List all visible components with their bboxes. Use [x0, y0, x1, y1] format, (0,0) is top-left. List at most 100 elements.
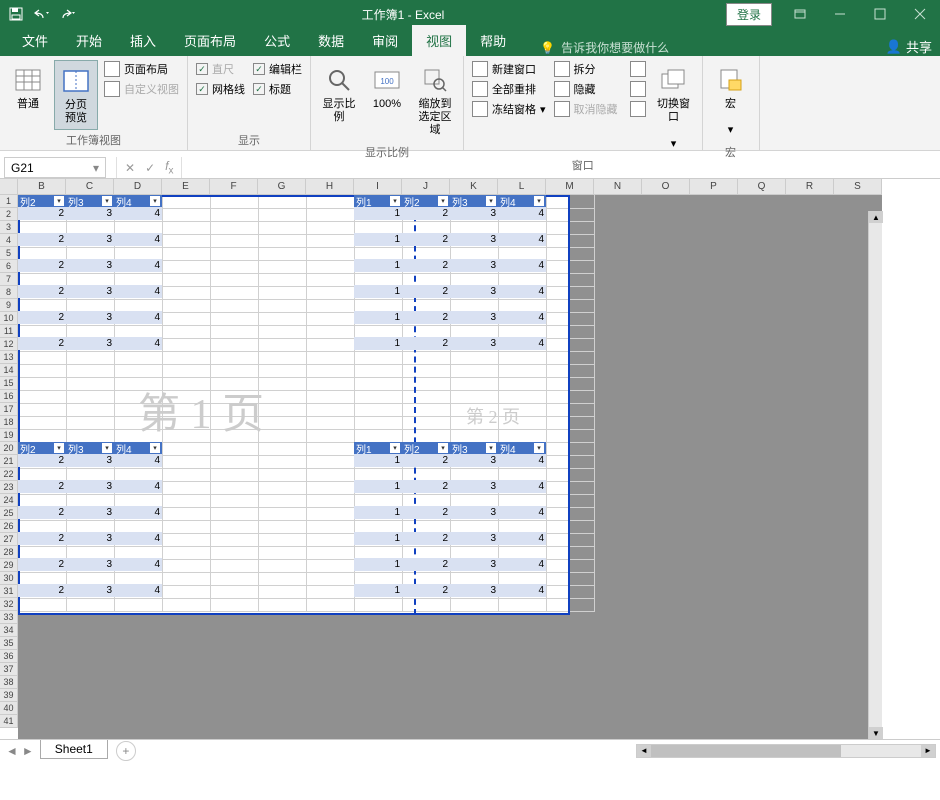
table-cell[interactable]: [66, 493, 114, 506]
tab-layout[interactable]: 页面布局: [170, 25, 250, 56]
table-cell[interactable]: [18, 220, 66, 233]
table-cell[interactable]: [114, 324, 162, 337]
tell-me-search[interactable]: 💡 告诉我你想要做什么: [520, 39, 669, 56]
table-cell[interactable]: 3: [66, 259, 114, 272]
custom-views-button[interactable]: 自定义视图: [102, 80, 181, 98]
page-break-preview-button[interactable]: 分页 预览: [54, 60, 98, 130]
table-cell[interactable]: [114, 220, 162, 233]
select-all-corner[interactable]: [0, 179, 18, 195]
sheet-nav-next[interactable]: ►: [22, 744, 34, 758]
table-cell[interactable]: [402, 545, 450, 558]
table-cell[interactable]: [450, 467, 498, 480]
table-cell[interactable]: 4: [498, 584, 546, 597]
minimize-button[interactable]: [820, 0, 860, 28]
table-header[interactable]: 列2▾: [18, 195, 66, 207]
table-cell[interactable]: 4: [114, 532, 162, 545]
formula-input[interactable]: [181, 157, 940, 178]
table-cell[interactable]: [114, 519, 162, 532]
column-header[interactable]: F: [210, 179, 258, 195]
redo-button[interactable]: [56, 2, 80, 26]
table-cell[interactable]: [18, 467, 66, 480]
table-cell[interactable]: 4: [498, 506, 546, 519]
table-cell[interactable]: 3: [450, 311, 498, 324]
sheet-nav-prev[interactable]: ◄: [6, 744, 18, 758]
zoom-100-button[interactable]: 100 100%: [365, 60, 409, 115]
table-cell[interactable]: 3: [66, 480, 114, 493]
filter-button[interactable]: ▾: [102, 443, 112, 453]
table-cell[interactable]: 1: [354, 207, 402, 220]
row-header[interactable]: 39: [0, 689, 18, 702]
column-header[interactable]: N: [594, 179, 642, 195]
table-cell[interactable]: [450, 298, 498, 311]
maximize-button[interactable]: [860, 0, 900, 28]
table-cell[interactable]: 4: [114, 480, 162, 493]
sync-scroll-button[interactable]: [628, 80, 648, 98]
tab-formulas[interactable]: 公式: [250, 25, 304, 56]
row-header[interactable]: 5: [0, 247, 18, 260]
row-header[interactable]: 8: [0, 286, 18, 299]
table-cell[interactable]: 3: [66, 558, 114, 571]
table-header[interactable]: 列3▾: [66, 442, 114, 454]
table-cell[interactable]: [18, 545, 66, 558]
table-cell[interactable]: 2: [402, 285, 450, 298]
close-button[interactable]: [900, 0, 940, 28]
row-header[interactable]: 12: [0, 338, 18, 351]
table-cell[interactable]: 4: [498, 337, 546, 350]
table-cell[interactable]: [450, 324, 498, 337]
table-cell[interactable]: 2: [402, 454, 450, 467]
login-button[interactable]: 登录: [726, 3, 772, 26]
undo-button[interactable]: [30, 2, 54, 26]
filter-button[interactable]: ▾: [486, 443, 496, 453]
table-cell[interactable]: [402, 298, 450, 311]
table-header[interactable]: 列3▾: [450, 442, 498, 454]
row-header[interactable]: 31: [0, 585, 18, 598]
table-cell[interactable]: 2: [18, 259, 66, 272]
row-header[interactable]: 32: [0, 598, 18, 611]
table-cell[interactable]: 3: [450, 480, 498, 493]
macros-button[interactable]: 宏▾: [709, 60, 753, 142]
row-header[interactable]: 6: [0, 260, 18, 273]
new-window-button[interactable]: 新建窗口: [470, 60, 548, 78]
table-cell[interactable]: [66, 220, 114, 233]
scroll-thumb[interactable]: [651, 745, 841, 757]
table-cell[interactable]: [402, 571, 450, 584]
gridlines-checkbox[interactable]: ✓网格线: [194, 80, 247, 98]
tab-data[interactable]: 数据: [304, 25, 358, 56]
table-cell[interactable]: 2: [18, 480, 66, 493]
row-header[interactable]: 34: [0, 624, 18, 637]
row-header[interactable]: 10: [0, 312, 18, 325]
table-header[interactable]: 列3▾: [66, 195, 114, 207]
table-header[interactable]: 列1▾: [354, 195, 402, 207]
unhide-button[interactable]: 取消隐藏: [552, 100, 620, 118]
table-cell[interactable]: 2: [18, 311, 66, 324]
table-cell[interactable]: 3: [66, 311, 114, 324]
table-cell[interactable]: [354, 519, 402, 532]
table-cell[interactable]: [402, 272, 450, 285]
table-cell[interactable]: 4: [114, 207, 162, 220]
formula-bar-checkbox[interactable]: ✓编辑栏: [251, 60, 304, 78]
row-header[interactable]: 28: [0, 546, 18, 559]
row-header[interactable]: 15: [0, 377, 18, 390]
table-cell[interactable]: 1: [354, 454, 402, 467]
scroll-right-button[interactable]: ►: [921, 745, 935, 757]
table-cell[interactable]: [18, 246, 66, 259]
table-cell[interactable]: [498, 467, 546, 480]
table-cell[interactable]: 4: [114, 454, 162, 467]
table-cell[interactable]: 2: [402, 506, 450, 519]
table-cell[interactable]: 4: [114, 558, 162, 571]
row-header[interactable]: 18: [0, 416, 18, 429]
column-header[interactable]: O: [642, 179, 690, 195]
table-cell[interactable]: 3: [450, 337, 498, 350]
table-cell[interactable]: [114, 246, 162, 259]
row-header[interactable]: 19: [0, 429, 18, 442]
table-cell[interactable]: 2: [402, 207, 450, 220]
table-cell[interactable]: 3: [66, 532, 114, 545]
row-header[interactable]: 40: [0, 702, 18, 715]
normal-view-button[interactable]: 普通: [6, 60, 50, 115]
add-sheet-button[interactable]: +: [116, 741, 136, 761]
table-cell[interactable]: 3: [66, 454, 114, 467]
table-cell[interactable]: [354, 272, 402, 285]
tab-review[interactable]: 审阅: [358, 25, 412, 56]
column-header[interactable]: Q: [738, 179, 786, 195]
table-cell[interactable]: [66, 272, 114, 285]
